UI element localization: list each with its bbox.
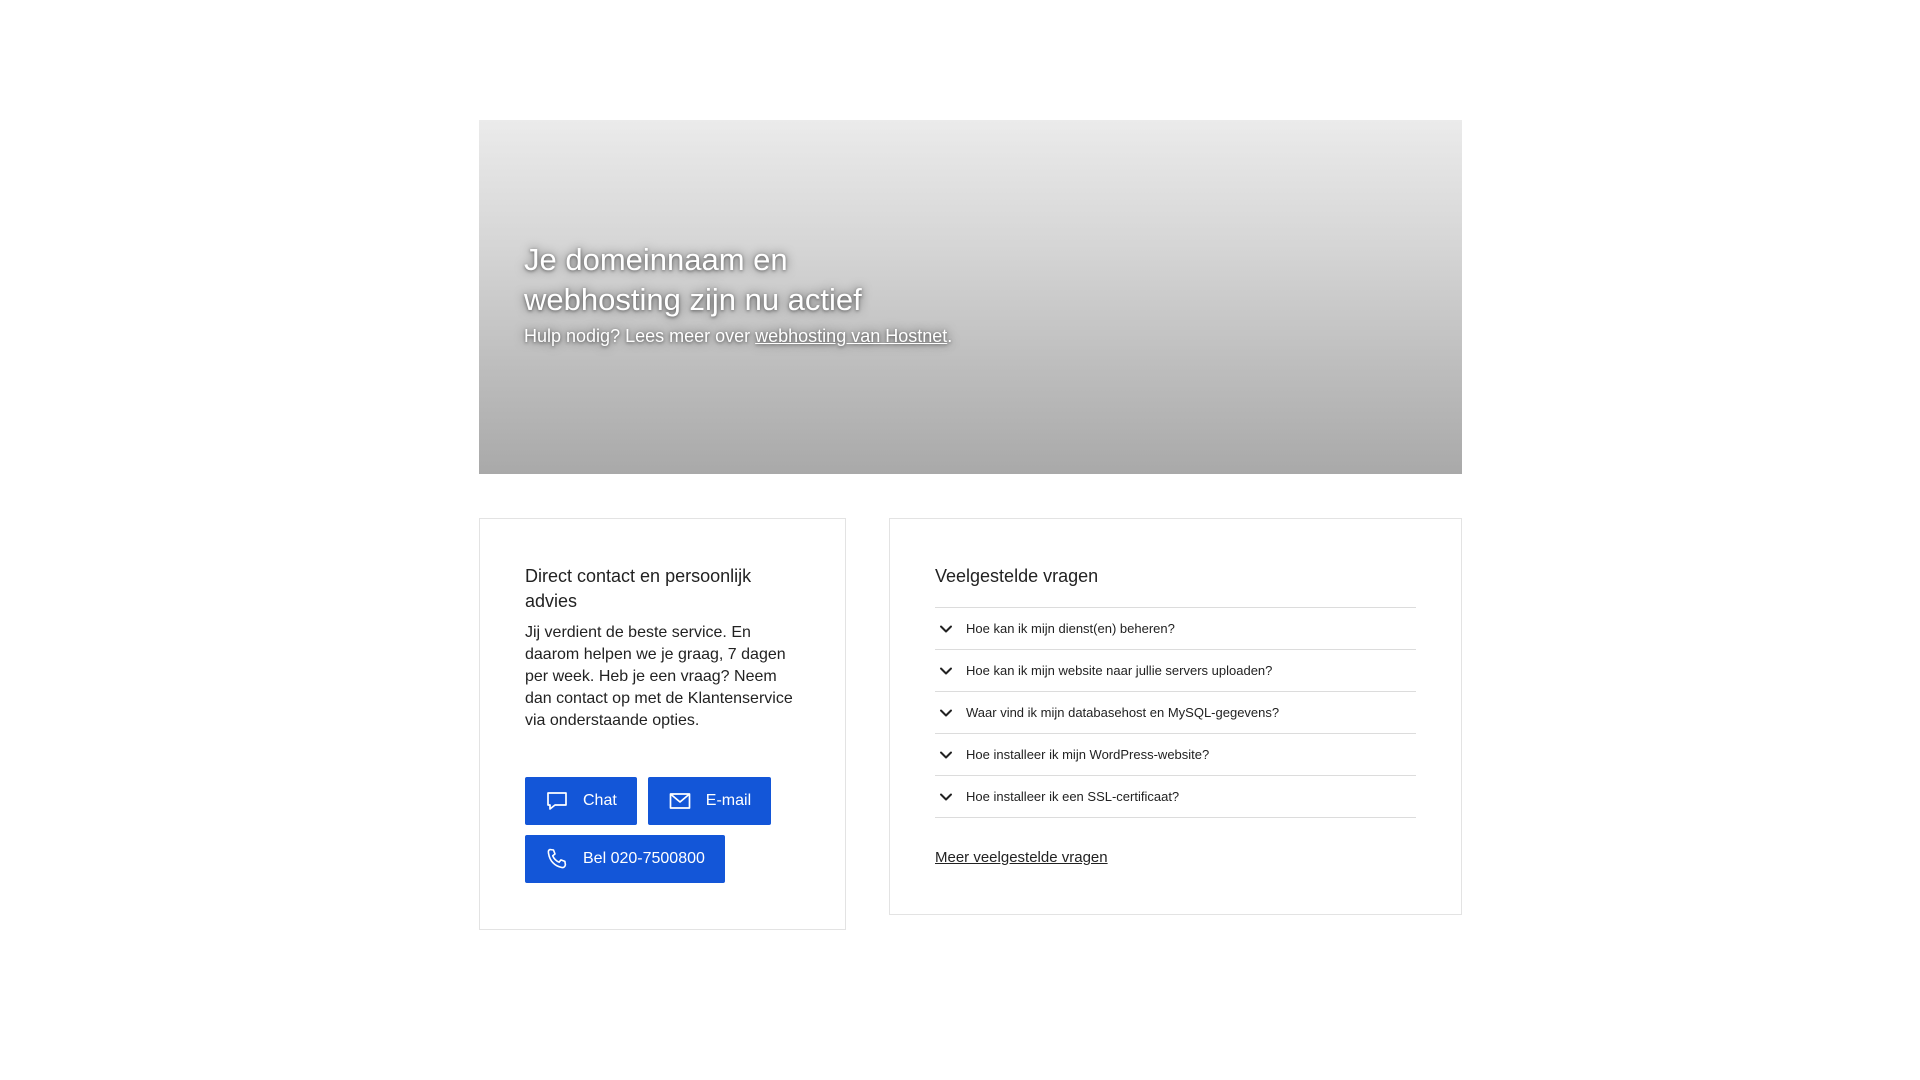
- mail-icon: [668, 789, 692, 813]
- chat-button-label: Chat: [583, 792, 617, 809]
- hosting-info-link[interactable]: webhosting van Hostnet: [755, 326, 947, 346]
- hero-title: Je domeinnaam en webhosting zijn nu acti…: [524, 242, 862, 317]
- faq-item[interactable]: Hoe installeer ik mijn WordPress-website…: [935, 734, 1416, 776]
- page: Je domeinnaam en webhosting zijn nu acti…: [0, 0, 1920, 1080]
- faq-card: Veelgestelde vragen Hoe kan ik mijn dien…: [889, 518, 1462, 915]
- chevron-down-icon: [936, 787, 956, 807]
- email-button-label: E-mail: [705, 792, 752, 809]
- faq-item[interactable]: Hoe kan ik mijn website naar jullie serv…: [935, 650, 1416, 692]
- faq-item-label: Hoe kan ik mijn dienst(en) beheren?: [966, 621, 1175, 636]
- faq-item[interactable]: Waar vind ik mijn databasehost en MySQL-…: [935, 692, 1416, 734]
- more-faq-link[interactable]: Meer veelgestelde vragen: [935, 849, 1108, 866]
- chat-bubble-icon: [545, 789, 569, 813]
- faq-title: Veelgestelde vragen: [935, 566, 1099, 586]
- phone-icon: [545, 847, 569, 871]
- hero-subtitle-suffix: .: [947, 326, 953, 346]
- email-button[interactable]: E-mail: [647, 777, 772, 825]
- contact-card: Direct contact en persoonlijk advies Jij…: [479, 518, 846, 930]
- phone-button[interactable]: Bel 020-7500800: [525, 835, 725, 883]
- faq-item-label: Hoe installeer ik mijn WordPress-website…: [966, 747, 1210, 762]
- faq-list: Hoe kan ik mijn dienst(en) beheren? Hoe …: [935, 607, 1416, 818]
- chevron-down-icon: [936, 661, 956, 681]
- hero-banner: Je domeinnaam en webhosting zijn nu acti…: [479, 120, 1462, 474]
- hero-subtitle-prefix: Hulp nodig? Lees meer over: [524, 326, 756, 346]
- faq-item[interactable]: Hoe kan ik mijn dienst(en) beheren?: [935, 608, 1416, 650]
- faq-item[interactable]: Hoe installeer ik een SSL-certificaat?: [935, 776, 1416, 818]
- hero-text: Je domeinnaam en webhosting zijn nu acti…: [524, 240, 952, 348]
- contact-title: Direct contact en persoonlijk advies: [525, 566, 752, 611]
- contact-buttons: Chat E-mail Bel 020-7500800: [525, 777, 805, 883]
- chat-button[interactable]: Chat: [525, 777, 637, 825]
- faq-item-label: Waar vind ik mijn databasehost en MySQL-…: [966, 705, 1280, 720]
- faq-item-label: Hoe installeer ik een SSL-certificaat?: [966, 789, 1180, 804]
- contact-description: Jij verdient de beste service. En daarom…: [525, 624, 793, 729]
- chevron-down-icon: [936, 619, 956, 639]
- hero-subtitle: Hulp nodig? Lees meer over webhosting va…: [524, 324, 952, 348]
- phone-button-label: Bel 020-7500800: [583, 850, 705, 867]
- chevron-down-icon: [936, 745, 956, 765]
- chevron-down-icon: [936, 703, 956, 723]
- faq-item-label: Hoe kan ik mijn website naar jullie serv…: [966, 663, 1273, 678]
